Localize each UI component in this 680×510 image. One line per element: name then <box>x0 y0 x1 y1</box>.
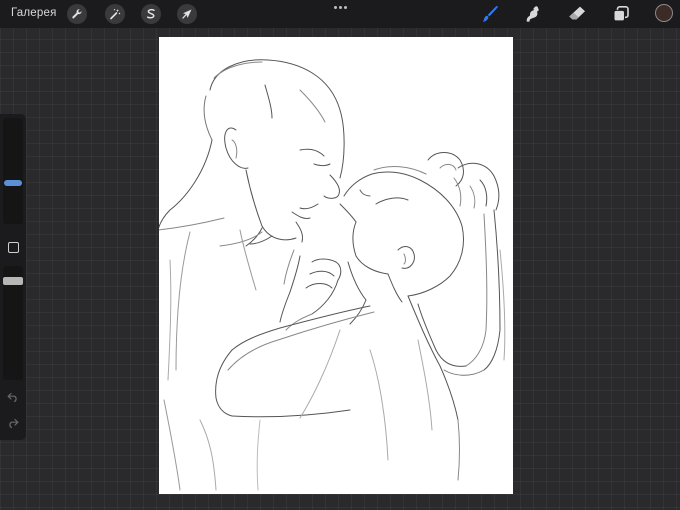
eraser-tool-button[interactable] <box>566 3 588 25</box>
top-toolbar: Галерея <box>0 0 680 28</box>
drawing-canvas[interactable] <box>159 37 513 494</box>
brush-icon <box>482 6 498 22</box>
dot-icon <box>333 5 337 9</box>
eraser-icon <box>569 6 585 20</box>
brush-tool-button[interactable] <box>479 3 501 25</box>
wrench-icon <box>72 9 82 19</box>
smudge-tool-button[interactable] <box>522 3 544 25</box>
redo-arrow-icon <box>9 418 19 428</box>
brush-size-slider[interactable] <box>3 118 23 224</box>
selection-button[interactable] <box>141 4 161 24</box>
adjustments-button[interactable] <box>105 4 125 24</box>
redo-button[interactable] <box>6 417 20 429</box>
gallery-button[interactable]: Галерея <box>11 7 57 19</box>
modify-square-button[interactable] <box>8 242 19 253</box>
dot-icon <box>338 5 342 9</box>
undo-arrow-icon <box>7 392 17 402</box>
selection-s-icon <box>146 8 155 19</box>
magic-wand-icon <box>110 9 121 20</box>
left-sidebar <box>0 114 26 440</box>
transform-button[interactable] <box>177 4 197 24</box>
dot-icon <box>343 5 347 9</box>
more-options-button[interactable] <box>330 2 350 12</box>
undo-button[interactable] <box>6 391 20 403</box>
arrow-cursor-icon <box>182 9 192 19</box>
brush-size-slider-thumb[interactable] <box>4 180 22 186</box>
pencil-sketch-artwork <box>159 59 506 491</box>
layers-button[interactable] <box>610 3 632 25</box>
actions-button[interactable] <box>67 4 87 24</box>
layers-icon <box>613 5 629 22</box>
brush-opacity-slider-thumb[interactable] <box>3 277 23 285</box>
current-color-swatch[interactable] <box>655 4 673 22</box>
smudge-icon <box>526 6 539 22</box>
